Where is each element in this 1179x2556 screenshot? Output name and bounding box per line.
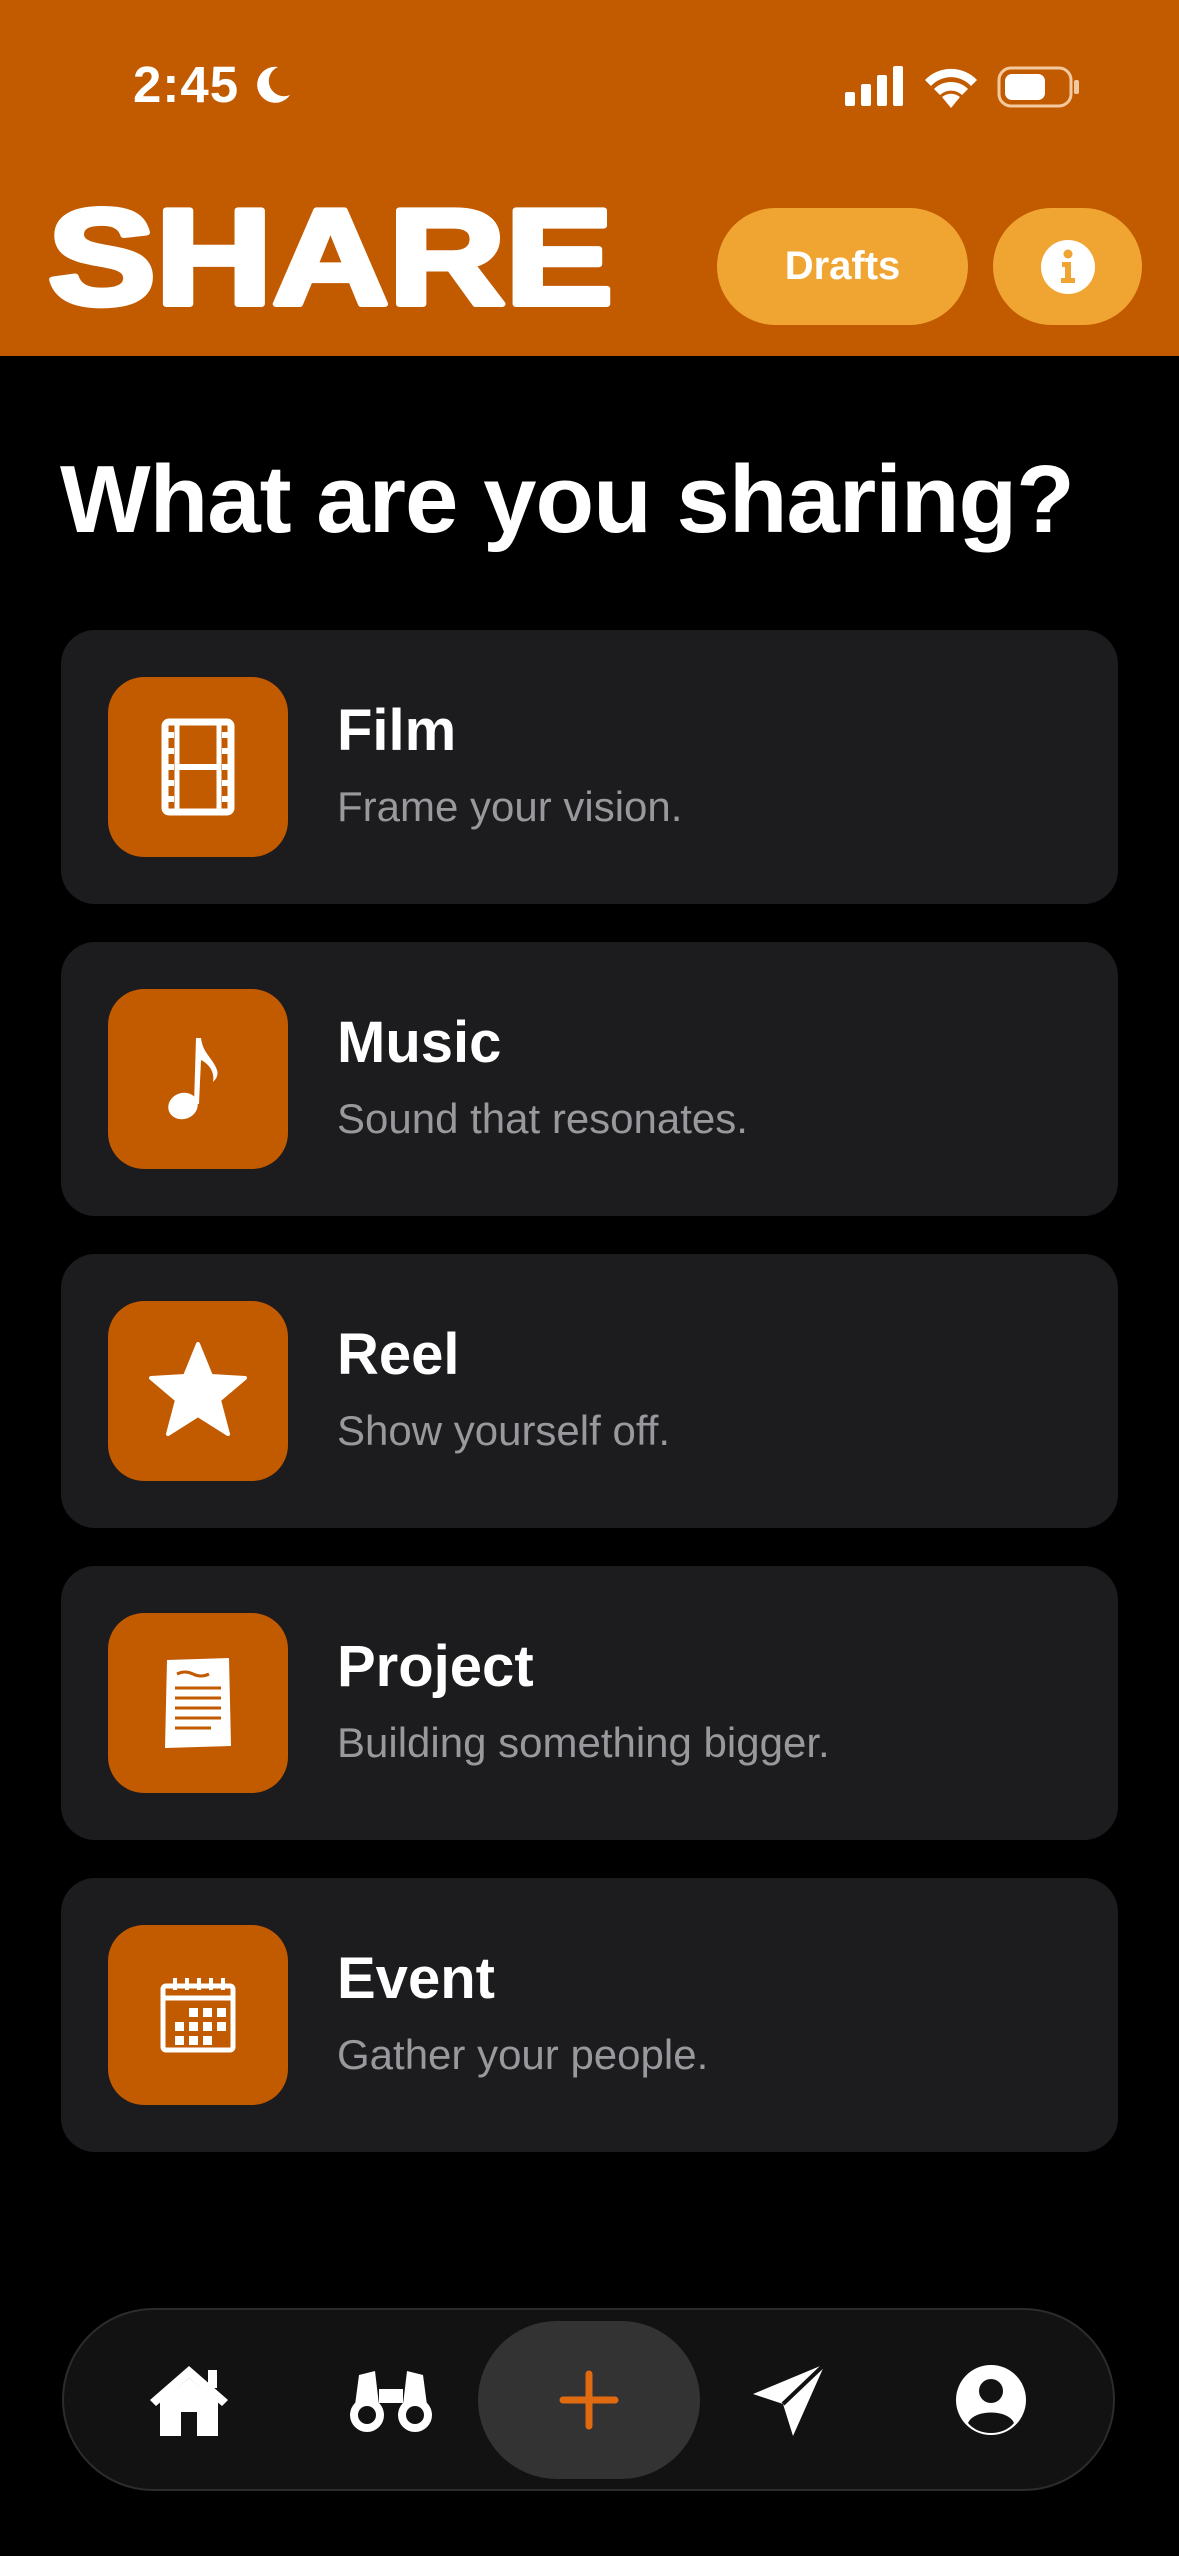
- nav-messages-button[interactable]: [724, 2310, 854, 2489]
- share-option-music[interactable]: Music Sound that resonates.: [61, 942, 1118, 1216]
- nav-explore-button[interactable]: [326, 2310, 456, 2489]
- card-subtitle: Gather your people.: [337, 2031, 709, 2078]
- share-option-event[interactable]: Event Gather your people.: [61, 1878, 1118, 2152]
- card-icon-box: [108, 677, 288, 857]
- share-option-project[interactable]: Project Building something bigger.: [61, 1566, 1118, 1840]
- drafts-button-label: Drafts: [784, 244, 901, 288]
- brand-title: SHARE: [48, 192, 616, 320]
- status-bar: 2:45: [0, 0, 1179, 176]
- share-options-list: Film Frame your vision. Music Sound that…: [61, 630, 1118, 2190]
- star-icon: [149, 1342, 247, 1436]
- card-subtitle: Sound that resonates.: [337, 1095, 748, 1142]
- film-strip-icon: [161, 718, 235, 816]
- card-title: Music: [337, 1010, 502, 1075]
- card-title: Event: [337, 1946, 495, 2011]
- card-subtitle: Show yourself off.: [337, 1407, 671, 1454]
- card-title: Film: [337, 698, 457, 763]
- drafts-button[interactable]: Drafts: [717, 208, 968, 325]
- nav-home-button[interactable]: [124, 2310, 254, 2489]
- brand-title-text: SHARE: [48, 192, 613, 320]
- home-icon: [150, 2365, 228, 2436]
- plus-icon: [559, 2370, 619, 2430]
- music-note-icon: [168, 1038, 218, 1120]
- bottom-nav: [62, 2308, 1115, 2491]
- header-bar: 2:45 SHARE Drafts: [0, 0, 1179, 356]
- card-title: Reel: [337, 1322, 460, 1387]
- card-subtitle: Building something bigger.: [337, 1719, 830, 1766]
- share-option-reel[interactable]: Reel Show yourself off.: [61, 1254, 1118, 1528]
- card-icon-box: [108, 1613, 288, 1793]
- nav-profile-button[interactable]: [926, 2310, 1056, 2489]
- document-icon: [165, 1658, 231, 1748]
- card-subtitle: Frame your vision.: [337, 783, 683, 830]
- cellular-signal-icon: [845, 66, 903, 106]
- share-option-film[interactable]: Film Frame your vision.: [61, 630, 1118, 904]
- calendar-icon: [160, 1978, 236, 2053]
- moon-icon: [257, 66, 290, 103]
- profile-icon: [956, 2364, 1026, 2435]
- page-heading: What are you sharing?: [60, 446, 1075, 553]
- card-icon-box: [108, 1925, 288, 2105]
- card-icon-box: [108, 989, 288, 1169]
- wifi-icon: [925, 68, 977, 108]
- binoculars-icon: [350, 2370, 432, 2432]
- status-time: 2:45: [133, 56, 240, 113]
- battery-icon: [997, 66, 1079, 108]
- info-button[interactable]: [993, 208, 1142, 325]
- card-icon-box: [108, 1301, 288, 1481]
- card-title: Project: [337, 1634, 534, 1699]
- info-icon: [1040, 239, 1095, 294]
- nav-create-button[interactable]: [478, 2321, 700, 2479]
- paper-plane-icon: [753, 2362, 827, 2436]
